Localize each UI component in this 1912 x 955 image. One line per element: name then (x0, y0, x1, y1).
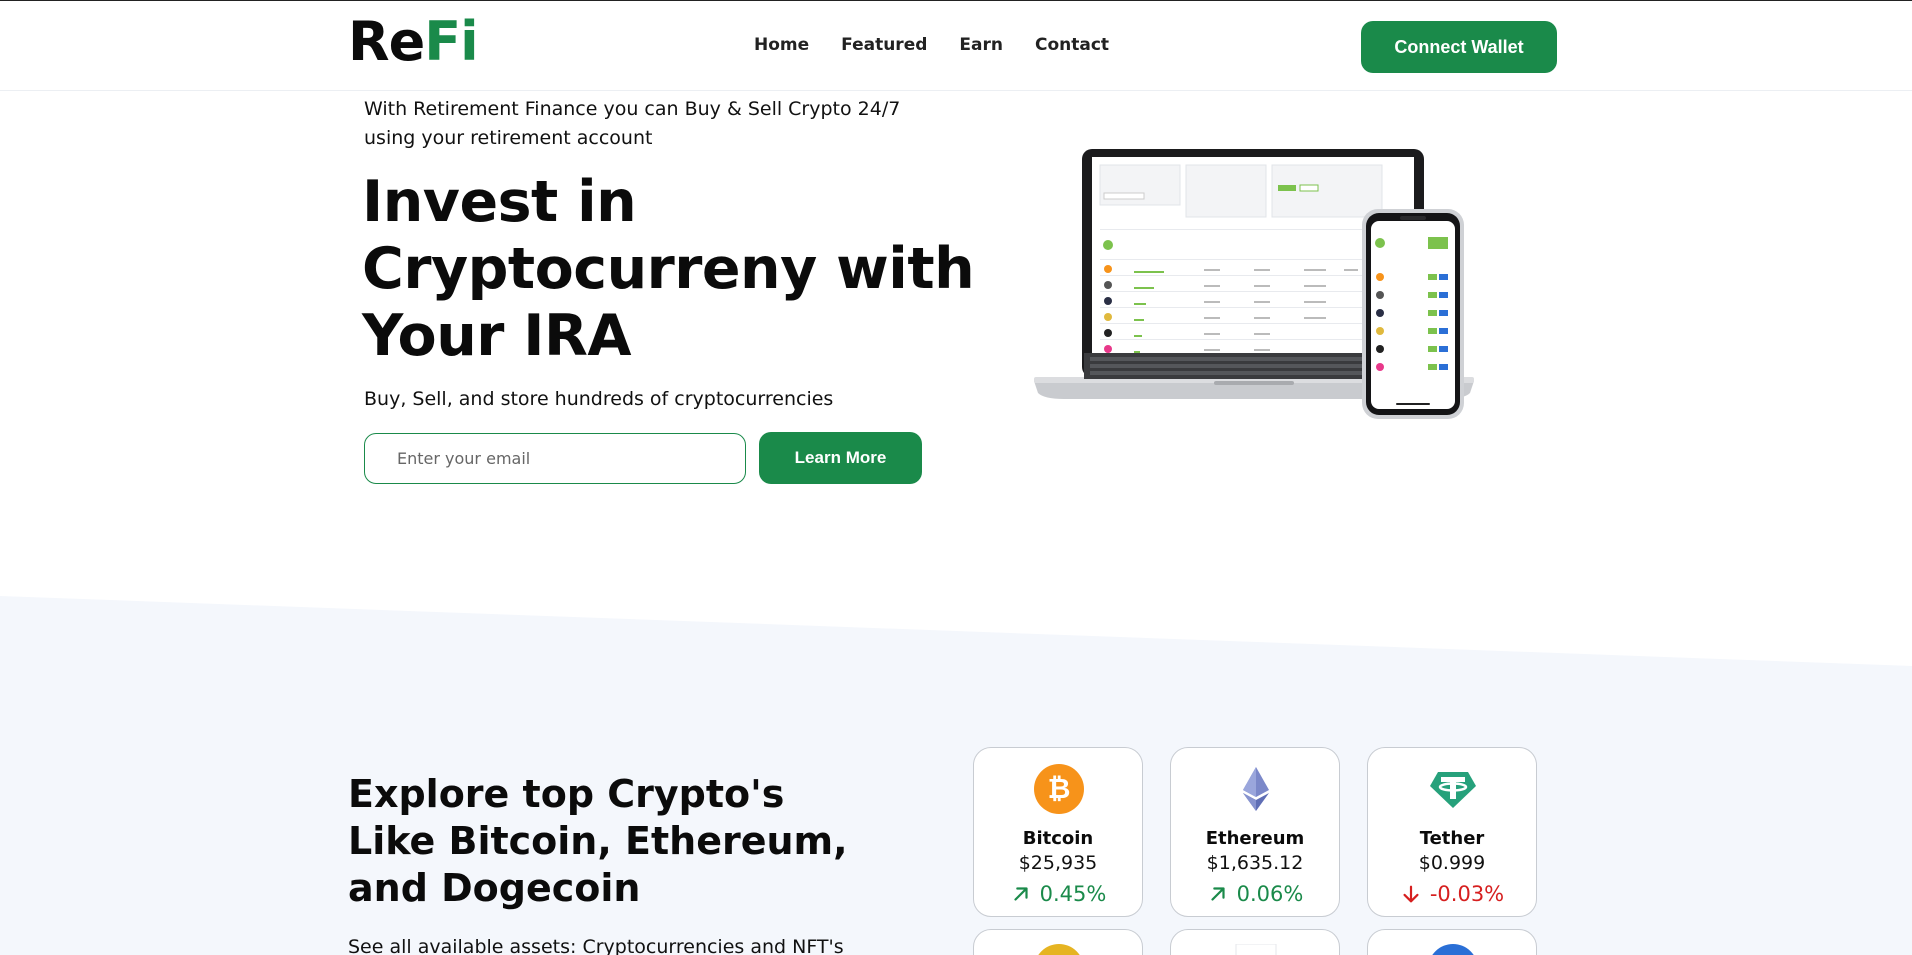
page: ReFi Home Featured Earn Contact Connect … (0, 0, 1912, 955)
coin-card-partial[interactable] (973, 929, 1143, 955)
learn-more-button[interactable]: Learn More (759, 432, 922, 484)
coin-name: Ethereum (1205, 828, 1305, 849)
tether-icon (1430, 772, 1476, 808)
hero-subtitle: Buy, Sell, and store hundreds of cryptoc… (364, 388, 834, 410)
ethereum-icon (1243, 767, 1269, 811)
coin-icon (1235, 944, 1277, 955)
explore-title: Explore top Crypto's Like Bitcoin, Ether… (348, 772, 848, 910)
bitcoin-icon: ₿ (1034, 764, 1084, 814)
arrow-down-icon (1403, 885, 1419, 903)
arrow-up-right-icon (1211, 887, 1225, 901)
coin-name: Bitcoin (1022, 828, 1094, 849)
coin-card-tether[interactable]: Tether $0.999 -0.03% (1367, 747, 1537, 917)
coin-change: 0.45% (974, 882, 1142, 906)
coin-price: $0.999 (1418, 852, 1486, 874)
explore-subtitle: See all available assets: Cryptocurrenci… (348, 936, 844, 955)
hero-title: Invest in Cryptocurreny with Your IRA (362, 169, 975, 369)
main-nav: Home Featured Earn Contact (754, 35, 1109, 55)
site-header: ReFi Home Featured Earn Contact Connect … (0, 1, 1912, 91)
coin-price: $1,635.12 (1206, 852, 1304, 874)
dogecoin-icon (1038, 944, 1080, 955)
coin-change-value: 0.45% (1039, 882, 1107, 906)
hero-intro: With Retirement Finance you can Buy & Se… (364, 98, 901, 149)
coin-icon (1432, 944, 1474, 955)
coin-card-ethereum[interactable]: Ethereum $1,635.12 0.06% (1170, 747, 1340, 917)
nav-home[interactable]: Home (754, 35, 809, 55)
coin-change: 0.06% (1171, 882, 1339, 906)
section-background (0, 596, 1912, 955)
nav-featured[interactable]: Featured (841, 35, 927, 55)
coin-card-partial[interactable] (1170, 929, 1340, 955)
coin-change-value: -0.03% (1429, 882, 1505, 906)
arrow-up-right-icon (1014, 887, 1028, 901)
laptop-phone-illustration (1034, 149, 1474, 419)
coin-name: Tether (1419, 828, 1485, 849)
coin-change: -0.03% (1368, 882, 1536, 906)
email-input[interactable] (364, 433, 746, 484)
svg-text:₿: ₿ (1048, 772, 1071, 805)
nav-contact[interactable]: Contact (1035, 35, 1109, 55)
coin-change-value: 0.06% (1236, 882, 1304, 906)
connect-wallet-button[interactable]: Connect Wallet (1361, 21, 1557, 73)
coin-card-bitcoin[interactable]: ₿ Bitcoin $25,935 0.45% (973, 747, 1143, 917)
coin-price: $25,935 (1018, 852, 1098, 874)
refi-logo[interactable]: ReFi (348, 15, 479, 69)
nav-earn[interactable]: Earn (959, 35, 1003, 55)
coin-card-partial[interactable] (1367, 929, 1537, 955)
